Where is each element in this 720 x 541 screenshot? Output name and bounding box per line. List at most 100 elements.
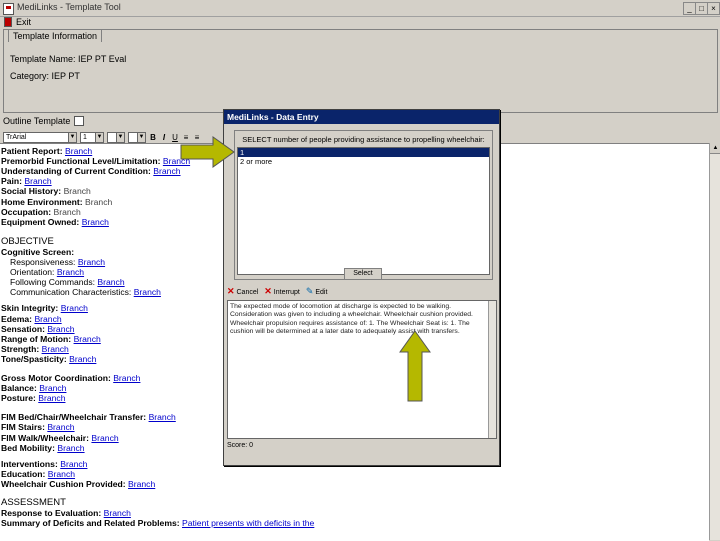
- field-label: Tone/Spasticity:: [1, 353, 67, 364]
- branch-link[interactable]: Branch: [74, 334, 101, 344]
- branch-link[interactable]: Branch: [91, 433, 118, 443]
- list-item[interactable]: 1: [238, 148, 489, 157]
- scroll-up-icon[interactable]: ▲: [710, 143, 720, 154]
- branch-link[interactable]: Branch: [97, 277, 124, 287]
- narrative-scrollbar[interactable]: [488, 301, 496, 438]
- edit-button[interactable]: ✎ Edit: [306, 286, 328, 297]
- cancel-button[interactable]: ✕ Cancel: [227, 286, 258, 297]
- cancel-icon: ✕: [227, 286, 235, 296]
- exit-menu-item[interactable]: Exit: [4, 17, 31, 27]
- field-label: Wheelchair Cushion Provided:: [1, 478, 126, 489]
- branch-link[interactable]: Branch: [113, 373, 140, 383]
- highlight-select[interactable]: ▼: [128, 131, 146, 143]
- document-line: Wheelchair Cushion Provided: Branch: [1, 479, 155, 489]
- tab-template-information[interactable]: Template Information: [8, 29, 103, 42]
- color-select[interactable]: ▼: [107, 131, 125, 143]
- branch-link[interactable]: Branch: [48, 469, 75, 479]
- branch-link[interactable]: Branch: [38, 393, 65, 403]
- up-arrow-icon: [399, 330, 431, 402]
- branch-link[interactable]: Branch: [42, 344, 69, 354]
- branch-link[interactable]: Branch: [60, 459, 87, 469]
- field-label: Sensation:: [1, 323, 45, 334]
- branch-link[interactable]: Branch: [24, 176, 51, 186]
- branch-link[interactable]: Branch: [47, 422, 74, 432]
- exit-icon: [4, 17, 12, 27]
- data-entry-dialog: MediLinks - Data Entry SELECT number of …: [223, 109, 500, 466]
- branch-link[interactable]: Branch: [34, 314, 61, 324]
- document-line: Education: Branch: [1, 469, 75, 479]
- field-label: Interventions:: [1, 458, 58, 469]
- branch-link[interactable]: Branch: [64, 186, 91, 196]
- branch-link[interactable]: Branch: [153, 166, 180, 176]
- document-line: Sensation: Branch: [1, 324, 75, 334]
- branch-link[interactable]: Branch: [39, 383, 66, 393]
- outline-template-label: Outline Template: [3, 116, 71, 126]
- document-line: Pain: Branch: [1, 176, 52, 186]
- branch-link[interactable]: Branch: [47, 324, 74, 334]
- field-label: Strength:: [1, 343, 40, 354]
- template-name: Template Name: IEP PT Eval: [10, 54, 127, 64]
- close-button[interactable]: ×: [707, 2, 720, 15]
- branch-link[interactable]: Branch: [82, 217, 109, 227]
- field-label: Occupation:: [1, 206, 52, 217]
- field-label: Posture:: [1, 393, 36, 404]
- document-line: FIM Stairs: Branch: [1, 422, 75, 432]
- options-list[interactable]: 1 2 or more: [237, 147, 490, 275]
- selection-prompt: SELECT number of people providing assist…: [242, 135, 485, 144]
- branch-link[interactable]: Patient presents with deficits in the: [182, 518, 314, 528]
- field-label: Following Commands:: [10, 277, 96, 288]
- document-line: Occupation: Branch: [1, 207, 81, 217]
- outline-template-checkbox[interactable]: [74, 116, 85, 126]
- branch-link[interactable]: Branch: [69, 354, 96, 364]
- field-label: Balance:: [1, 383, 37, 394]
- right-arrow-icon: [180, 136, 235, 168]
- branch-link[interactable]: Branch: [78, 257, 105, 267]
- branch-link[interactable]: Branch: [85, 197, 112, 207]
- branch-link[interactable]: Branch: [61, 303, 88, 313]
- field-label: Gross Motor Coordination:: [1, 373, 111, 383]
- branch-link[interactable]: Branch: [128, 479, 155, 489]
- branch-link[interactable]: Branch: [65, 146, 92, 156]
- list-item[interactable]: 2 or more: [238, 157, 489, 166]
- field-label: FIM Walk/Wheelchair:: [1, 432, 90, 443]
- italic-button[interactable]: I: [160, 133, 168, 142]
- branch-link[interactable]: Branch: [57, 443, 84, 453]
- field-label: Responsiveness:: [10, 257, 76, 267]
- font-select-value: TrArial: [6, 133, 27, 141]
- narrative-text-area[interactable]: The expected mode of locomotion at disch…: [227, 300, 497, 439]
- branch-link[interactable]: Branch: [149, 412, 176, 422]
- branch-link[interactable]: Branch: [57, 267, 84, 277]
- document-line: Interventions: Branch: [1, 459, 87, 469]
- size-select[interactable]: 1 ▼: [80, 131, 104, 143]
- document-line: Strength: Branch: [1, 344, 69, 354]
- branch-link[interactable]: Branch: [54, 207, 81, 217]
- document-line: Edema: Branch: [1, 314, 62, 324]
- menu-bar: Exit: [0, 16, 720, 29]
- field-label: Range of Motion:: [1, 333, 72, 344]
- exit-label: Exit: [16, 17, 32, 27]
- template-info-panel: Template Information Template Name: IEP …: [3, 29, 718, 113]
- document-line: Understanding of Current Condition: Bran…: [1, 166, 181, 176]
- bold-button[interactable]: B: [149, 133, 157, 142]
- field-label: Social History:: [1, 186, 62, 197]
- interrupt-button[interactable]: ✕ Interrupt: [264, 286, 300, 297]
- chevron-down-icon: ▼: [137, 132, 145, 142]
- pencil-icon: ✎: [305, 286, 314, 296]
- title-bar: MediLinks - Template Tool _ □ ×: [0, 0, 720, 17]
- document-line: Following Commands: Branch: [10, 277, 125, 287]
- narrative-text: The expected mode of locomotion at disch…: [230, 303, 473, 335]
- branch-link[interactable]: Branch: [104, 508, 131, 518]
- font-select[interactable]: TrArial ▼: [3, 131, 77, 143]
- document-scrollbar[interactable]: ▲: [709, 143, 720, 540]
- underline-button[interactable]: U: [171, 133, 179, 142]
- document-line: Balance: Branch: [1, 383, 66, 393]
- document-line: Equipment Owned: Branch: [1, 217, 109, 227]
- branch-link[interactable]: Branch: [134, 287, 161, 297]
- select-button[interactable]: Select: [344, 268, 382, 280]
- dialog-title-bar: MediLinks - Data Entry: [224, 110, 499, 124]
- document-line: FIM Walk/Wheelchair: Branch: [1, 433, 119, 443]
- dialog-status: Score: 0: [227, 442, 254, 449]
- document-line: Bed Mobility: Branch: [1, 443, 85, 453]
- field-label: Equipment Owned:: [1, 216, 80, 227]
- document-line: Orientation: Branch: [10, 267, 84, 277]
